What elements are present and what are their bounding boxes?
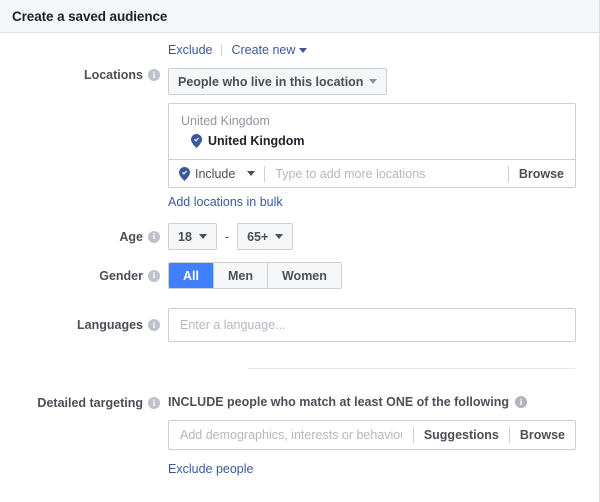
exclude-people-link[interactable]: Exclude people [168, 462, 253, 476]
age-label: Age [119, 229, 143, 244]
audience-form: Exclude Create new Locations i People wh… [0, 33, 599, 478]
window-titlebar: Create a saved audience [0, 0, 599, 33]
age-label-group: Age i [0, 223, 160, 250]
gender-option-women[interactable]: Women [267, 263, 341, 288]
locations-section-title: United Kingdom [181, 114, 270, 128]
languages-label-group: Languages i [0, 308, 160, 342]
page-title: Create a saved audience [12, 8, 168, 24]
detailed-targeting-browse-button[interactable]: Browse [510, 428, 575, 442]
location-chip[interactable]: United Kingdom [169, 132, 575, 159]
create-new-label: Create new [231, 42, 296, 57]
age-field: 18 - 65+ [160, 223, 599, 250]
include-label: Include [195, 166, 236, 181]
chevron-down-icon [369, 79, 378, 84]
age-row: Age i 18 - 65+ [0, 223, 599, 250]
create-saved-audience-window: Create a saved audience Exclude Create n… [0, 0, 600, 502]
location-chip-label: United Kingdom [208, 134, 305, 148]
info-icon[interactable]: i [515, 396, 527, 408]
gender-segmented-control: All Men Women [168, 262, 342, 289]
map-pin-icon [179, 166, 190, 181]
include-exclude-dropdown[interactable]: Include [169, 160, 264, 187]
age-min-dropdown[interactable]: 18 [168, 223, 217, 250]
detailed-targeting-label-group: Detailed targeting i [0, 395, 160, 411]
age-min-value: 18 [178, 229, 192, 244]
chevron-down-icon [275, 234, 284, 239]
custom-audience-actions-row: Exclude Create new [0, 33, 599, 58]
add-locations-in-bulk-link[interactable]: Add locations in bulk [168, 195, 283, 209]
chevron-down-icon [299, 47, 308, 53]
suggestions-button[interactable]: Suggestions [414, 428, 509, 442]
languages-label: Languages [77, 318, 143, 332]
detailed-targeting-label: Detailed targeting [37, 396, 143, 410]
section-divider-wrap [0, 368, 599, 369]
location-type-dropdown[interactable]: People who live in this location [168, 68, 388, 95]
section-divider [248, 368, 575, 369]
location-type-value: People who live in this location [178, 74, 364, 89]
info-icon[interactable]: i [148, 397, 160, 409]
age-max-dropdown[interactable]: 65+ [237, 223, 294, 250]
map-pin-icon [191, 134, 202, 148]
locations-browse-button[interactable]: Browse [509, 167, 575, 181]
age-range-group: 18 - 65+ [168, 223, 599, 250]
gender-label: Gender [99, 268, 143, 283]
chevron-down-icon [198, 234, 207, 239]
detailed-targeting-heading-group: INCLUDE people who match at least ONE of… [168, 395, 599, 409]
languages-field [160, 308, 599, 342]
gender-label-group: Gender i [0, 262, 160, 289]
info-icon[interactable]: i [148, 269, 160, 282]
exclude-link[interactable]: Exclude [168, 43, 212, 57]
chevron-down-icon [247, 171, 256, 176]
locations-row: Locations i People who live in this loca… [0, 68, 599, 211]
info-icon[interactable]: i [148, 69, 160, 81]
gender-field: All Men Women [160, 262, 599, 289]
action-separator [221, 43, 223, 56]
detailed-targeting-input[interactable] [169, 421, 413, 449]
gender-option-all[interactable]: All [169, 263, 214, 288]
locations-field: People who live in this location United … [160, 68, 599, 211]
languages-row: Languages i [0, 308, 599, 342]
create-new-dropdown[interactable]: Create new [231, 42, 308, 57]
gender-option-men[interactable]: Men [213, 263, 268, 288]
info-icon[interactable]: i [148, 319, 160, 331]
age-range-dash: - [224, 229, 230, 244]
locations-input-row: Include Browse [169, 159, 575, 187]
detailed-targeting-row: Detailed targeting i INCLUDE people who … [0, 395, 599, 478]
info-icon[interactable]: i [148, 230, 160, 243]
locations-label-group: Locations i [0, 68, 160, 82]
detailed-targeting-input-row: Suggestions Browse [168, 420, 576, 450]
age-max-value: 65+ [247, 229, 269, 244]
detailed-targeting-field: INCLUDE people who match at least ONE of… [160, 395, 599, 478]
gender-row: Gender i All Men Women [0, 262, 599, 289]
detailed-targeting-heading: INCLUDE people who match at least ONE of… [168, 395, 509, 409]
locations-label: Locations [83, 68, 143, 82]
locations-box: United Kingdom United Kingdom Include Ty… [168, 103, 576, 188]
locations-search-input[interactable] [265, 160, 508, 187]
languages-input[interactable] [168, 308, 576, 342]
